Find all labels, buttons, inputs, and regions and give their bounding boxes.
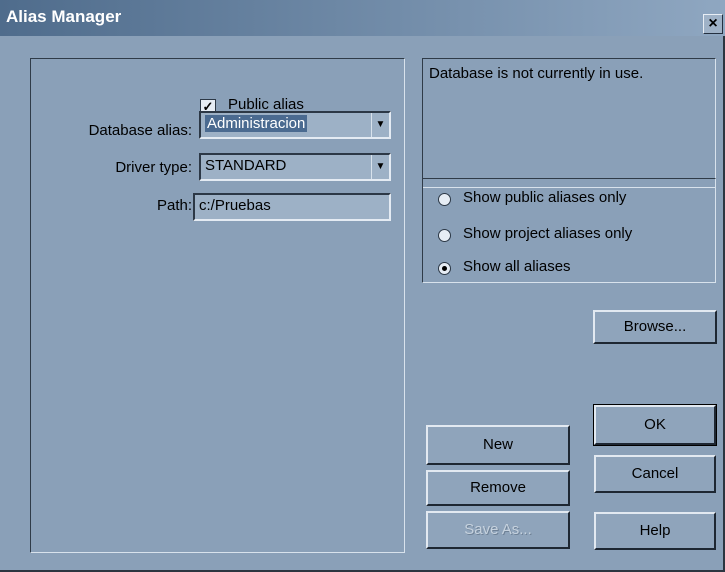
save-as-button[interactable]: Save As... <box>426 511 570 549</box>
path-input[interactable]: c:/Pruebas <box>193 193 391 221</box>
window-title: Alias Manager <box>6 7 122 26</box>
database-alias-combobox[interactable]: Administracion ▼ <box>199 111 391 139</box>
new-button[interactable]: New <box>426 425 570 465</box>
ok-button[interactable]: OK <box>593 404 717 446</box>
radio-all-aliases[interactable] <box>438 262 451 275</box>
chevron-down-icon[interactable]: ▼ <box>371 113 389 137</box>
radio-public-aliases[interactable] <box>438 193 451 206</box>
path-label: Path: <box>156 197 192 214</box>
alias-manager-window: Alias Manager × ✓ Public alias Database … <box>0 0 725 572</box>
driver-type-combobox[interactable]: STANDARD ▼ <box>199 153 391 181</box>
browse-button[interactable]: Browse... <box>593 310 717 344</box>
driver-type-value: STANDARD <box>205 157 287 174</box>
database-alias-value: Administracion <box>205 115 308 132</box>
status-message: Database is not currently in use. <box>429 65 644 82</box>
radio-public-aliases-label: Show public aliases only <box>463 189 627 206</box>
radio-all-aliases-label: Show all aliases <box>463 258 571 275</box>
close-button[interactable]: × <box>703 14 723 34</box>
radio-project-aliases[interactable] <box>438 229 451 242</box>
chevron-down-icon[interactable]: ▼ <box>371 155 389 179</box>
path-value: c:/Pruebas <box>199 197 271 214</box>
help-button[interactable]: Help <box>594 512 716 550</box>
title-bar: Alias Manager × <box>0 0 725 36</box>
status-panel: Database is not currently in use. <box>422 58 716 188</box>
database-alias-label: Database alias: <box>88 122 192 139</box>
driver-type-label: Driver type: <box>115 159 192 176</box>
remove-button[interactable]: Remove <box>426 470 570 506</box>
radio-project-aliases-label: Show project aliases only <box>463 225 633 242</box>
cancel-button[interactable]: Cancel <box>594 455 716 493</box>
